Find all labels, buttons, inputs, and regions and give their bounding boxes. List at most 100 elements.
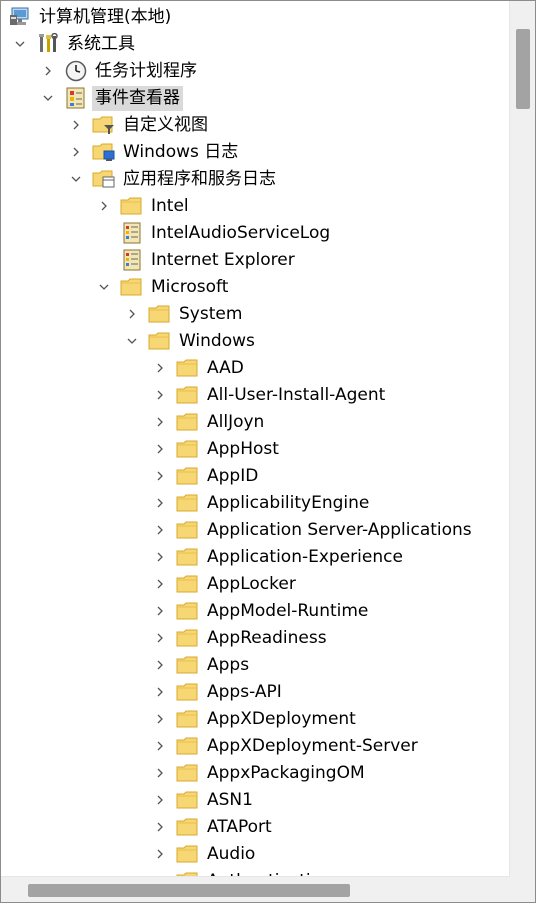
folder-icon [176,546,200,568]
computer-management-icon [9,6,33,28]
folder-icon [176,465,200,487]
event-viewer-icon [64,87,88,109]
chevron-right-icon[interactable] [154,740,166,752]
scrollbar-corner [510,877,535,902]
tree-item-label: 系统工具 [67,34,135,54]
tree-item-label: AppXDeployment-Server [207,736,418,756]
folder-icon [176,735,200,757]
tree-item-label: Intel [151,196,189,216]
chevron-down-icon[interactable] [126,335,138,347]
tree-item-label: Windows 日志 [123,142,239,162]
folder-icon [176,843,200,865]
tree-item-label: AppxPackagingOM [207,763,365,783]
folder-icon [176,492,200,514]
folder-icon [176,519,200,541]
filter-folder-icon [92,114,116,136]
chevron-right-icon[interactable] [154,848,166,860]
chevron-down-icon[interactable] [42,92,54,104]
folder-icon [176,762,200,784]
tree-item-label: Audio [207,844,256,864]
folder-icon [176,654,200,676]
chevron-right-icon[interactable] [154,416,166,428]
tree-item-label: AppXDeployment [207,709,356,729]
horizontal-scroll-thumb[interactable] [28,884,350,897]
chevron-right-icon[interactable] [154,632,166,644]
tree-item-label: System [179,304,243,324]
folder-icon [176,384,200,406]
chevron-right-icon[interactable] [154,821,166,833]
tree-item-label: AllJoyn [207,412,265,432]
windows-folder-icon [92,141,116,163]
tree-item-label: Microsoft [151,277,229,297]
chevron-right-icon[interactable] [154,767,166,779]
folder-icon [176,438,200,460]
tree-item-label: 自定义视图 [123,115,208,135]
tree-item-label: AAD [207,358,244,378]
chevron-right-icon[interactable] [98,200,110,212]
folder-icon [176,627,200,649]
tree-item-label: Application Server-Applications [207,520,472,540]
tools-icon [36,32,60,55]
tree-item-label: AppHost [207,439,279,459]
tree-item-label: AppID [207,466,259,486]
chevron-right-icon[interactable] [154,713,166,725]
tree-item-label: 事件查看器 [92,86,183,111]
tree-item-label: Internet Explorer [151,250,295,270]
folder-icon [120,195,144,217]
chevron-down-icon[interactable] [70,173,82,185]
chevron-right-icon[interactable] [154,794,166,806]
chevron-right-icon[interactable] [154,362,166,374]
tree-item-label: AppModel-Runtime [207,601,369,621]
chevron-right-icon[interactable] [42,65,54,77]
chevron-right-icon[interactable] [70,119,82,131]
tree-item-label: AppReadiness [207,628,327,648]
chevron-down-icon[interactable] [14,38,26,50]
chevron-right-icon[interactable] [70,146,82,158]
folder-icon [176,681,200,703]
log-icon [120,249,144,271]
tree-item-label: 计算机管理(本地) [39,7,172,27]
tree-item-label: ApplicabilityEngine [207,493,370,513]
chevron-right-icon[interactable] [154,659,166,671]
tree-item-label: 任务计划程序 [95,61,197,81]
chevron-right-icon[interactable] [154,470,166,482]
computer-management-panel: 计算机管理(本地) 系统工具 任务计划程序 事件查看器 自定义视图 Window… [0,0,536,903]
chevron-right-icon[interactable] [154,497,166,509]
tree-item-label: ATAPort [207,817,272,837]
app-folder-icon [92,168,116,190]
log-icon [120,222,144,244]
tree-item-label: Apps [207,655,250,675]
chevron-right-icon[interactable] [154,389,166,401]
chevron-right-icon[interactable] [154,605,166,617]
folder-icon [148,303,172,325]
folder-icon [176,600,200,622]
tree-item-label: AppLocker [207,574,296,594]
vertical-scrollbar[interactable] [509,1,535,877]
chevron-right-icon[interactable] [154,524,166,536]
chevron-right-icon[interactable] [154,551,166,563]
folder-icon [176,411,200,433]
chevron-right-icon[interactable] [154,443,166,455]
navigation-tree: 计算机管理(本地) 系统工具 任务计划程序 事件查看器 自定义视图 Window… [1,1,509,877]
tree-item-label: Apps-API [207,682,282,702]
tree-item-label: 应用程序和服务日志 [123,169,276,189]
folder-icon [148,330,172,352]
tree-item-label: ASN1 [207,790,253,810]
tree-item-label: IntelAudioServiceLog [151,223,331,243]
folder-icon [176,357,200,379]
chevron-down-icon[interactable] [98,281,110,293]
horizontal-scrollbar[interactable] [1,876,510,902]
clock-icon [64,60,88,82]
folder-icon [176,789,200,811]
tree-item-label: All-User-Install-Agent [207,385,386,405]
tree-item-label: Windows [179,331,255,351]
folder-icon [120,276,144,298]
vertical-scroll-thumb[interactable] [516,29,530,109]
chevron-right-icon[interactable] [154,578,166,590]
folder-icon [176,816,200,838]
folder-icon [176,708,200,730]
chevron-right-icon[interactable] [154,686,166,698]
folder-icon [176,573,200,595]
tree-item-label: Application-Experience [207,547,403,567]
chevron-right-icon[interactable] [126,308,138,320]
